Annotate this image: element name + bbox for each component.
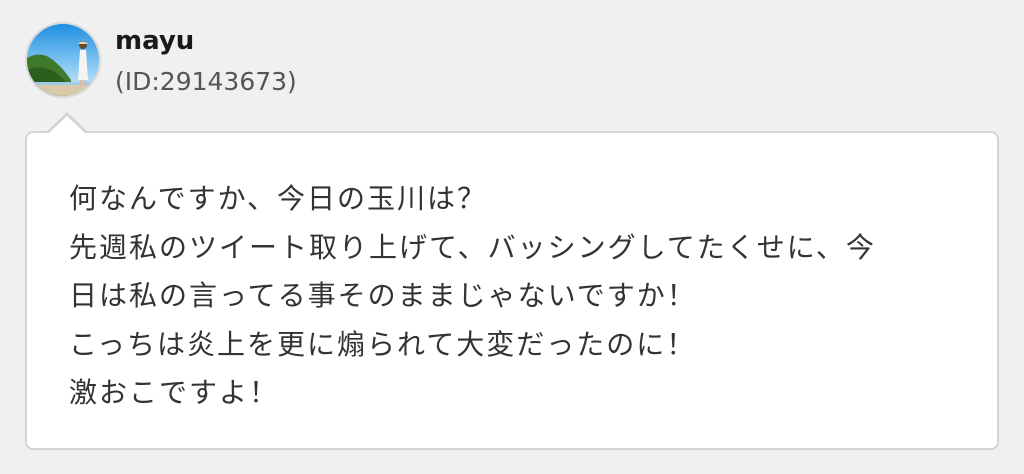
- message-line: 日は私の言ってる事そのままじゃないですか！: [69, 279, 697, 312]
- username[interactable]: mayu: [115, 24, 194, 58]
- message-body: 何なんですか、今日の玉川は？ 先週私のツイート取り上げて、バッシングしてたくせに…: [69, 175, 967, 418]
- message-bubble: 何なんですか、今日の玉川は？ 先週私のツイート取り上げて、バッシングしてたくせに…: [25, 131, 999, 450]
- message-line: 先週私のツイート取り上げて、バッシングしてたくせに、今: [69, 230, 876, 264]
- message-line: こっちは炎上を更に煽られて大変だったのに！: [69, 327, 697, 361]
- avatar[interactable]: [25, 22, 101, 98]
- bubble-tail: [48, 116, 86, 134]
- message-line: 何なんですか、今日の玉川は？: [69, 182, 488, 215]
- user-id: (ID:29143673): [115, 67, 297, 96]
- avatar-photo-icon: [27, 24, 99, 96]
- message-line: 激おこですよ！: [69, 376, 280, 409]
